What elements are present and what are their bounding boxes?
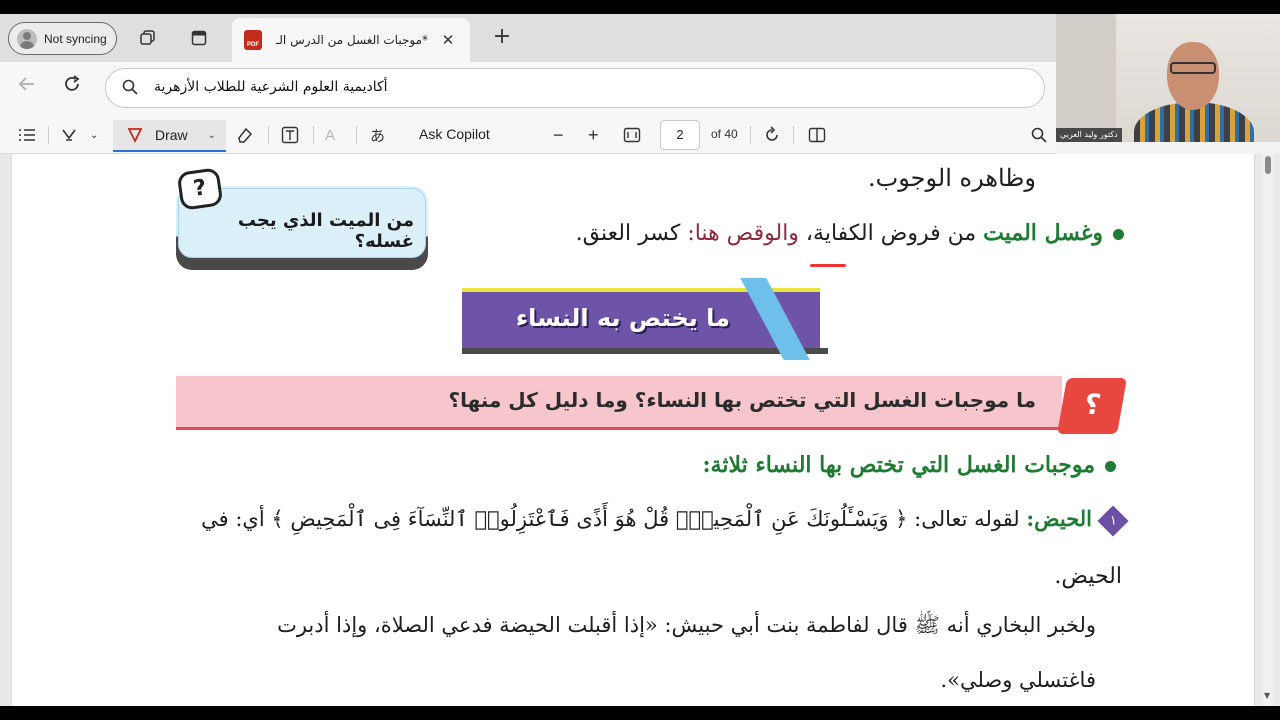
toolbar-divider	[268, 126, 269, 144]
translate-icon[interactable]: あ	[370, 124, 385, 146]
address-bar[interactable]: أكاديمية العلوم الشرعية للطلاب الأزهرية	[105, 68, 1045, 108]
eraser-icon[interactable]	[236, 124, 254, 146]
presenter-glasses	[1170, 62, 1216, 74]
red-annotation-stroke	[810, 264, 846, 267]
term-washing-dead: وغسل الميت	[983, 220, 1103, 246]
reload-button[interactable]	[62, 74, 82, 99]
question-bar: ما موجبات الغسل التي تختص بها النساء؟ وم…	[176, 376, 1062, 430]
text-box-icon[interactable]	[281, 124, 299, 146]
section-banner: ما يختص به النساء	[462, 278, 840, 360]
text-fard-kifaya: من فروض الكفاية،	[798, 221, 984, 246]
profile-button[interactable]: Not syncing	[8, 22, 117, 55]
close-tab-button[interactable]: ✕	[438, 31, 458, 49]
ask-copilot-button[interactable]: Ask Copilot	[419, 126, 490, 142]
callout-question: من الميت الذي يجب غسله؟	[237, 210, 414, 252]
zoom-in-button[interactable]: +	[588, 124, 599, 146]
fit-page-icon[interactable]	[623, 124, 641, 146]
workspaces-icon[interactable]	[136, 26, 160, 50]
page-count: of 40	[711, 127, 738, 141]
term-waqs: والوقص هنا:	[687, 221, 799, 246]
page-number-input[interactable]: 2	[660, 120, 700, 150]
draw-chevron-down-icon: ⌄	[207, 129, 217, 141]
text-neck-break: كسر العنق.	[575, 221, 688, 246]
page-view-icon[interactable]	[808, 124, 826, 146]
tab-title: *موجبات الغسل من الدرس الـ	[276, 33, 428, 47]
address-text: أكاديمية العلوم الشرعية للطلاب الأزهرية	[154, 79, 388, 95]
scroll-down-arrow-icon[interactable]: ▼	[1264, 691, 1270, 700]
bullet-icon	[1113, 228, 1124, 240]
draw-button[interactable]: Draw ⌄	[113, 120, 226, 152]
webcam-caption: دكتور وليد العربي	[1056, 128, 1122, 142]
pdf-icon: PDF	[244, 30, 262, 50]
new-tab-button[interactable]: +	[490, 26, 514, 50]
profile-label: Not syncing	[44, 31, 107, 46]
tab-actions-icon[interactable]	[187, 26, 211, 50]
item-number-badge: ١	[1097, 504, 1129, 537]
tab-strip: Not syncing PDF *موجبات الغسل من الدرس ا…	[0, 14, 1056, 62]
question-badge-icon: ؟	[1057, 378, 1127, 434]
back-button[interactable]	[18, 76, 36, 97]
zoom-out-button[interactable]: −	[553, 124, 564, 146]
answer-heading: موجبات الغسل التي تختص بها النساء ثلاثة:	[702, 452, 1116, 478]
draw-label: Draw	[155, 127, 188, 143]
avatar-icon	[17, 28, 37, 49]
address-row: أكاديمية العلوم الشرعية للطلاب الأزهرية	[0, 62, 1056, 116]
toolbar-divider	[48, 126, 49, 144]
search-icon	[122, 79, 138, 95]
tab-pdf-document[interactable]: PDF *موجبات الغسل من الدرس الـ ✕	[232, 18, 470, 62]
webcam-background	[1056, 14, 1116, 142]
find-search-icon[interactable]	[1031, 124, 1047, 146]
pdf-page: وظاهره الوجوب. وغسل الميت من فروض الكفاي…	[12, 154, 1254, 706]
banner-shadow	[462, 348, 828, 354]
toolbar-divider	[750, 126, 751, 144]
question-text: ما موجبات الغسل التي تختص بها النساء؟ وم…	[448, 388, 1036, 412]
draw-pen-icon	[127, 128, 143, 143]
pdf-toolbar: ⌄ Draw ⌄ A あ Ask Copilot − + 2 of 40	[0, 116, 1056, 154]
presenter-face	[1167, 42, 1219, 110]
item1-continuation: الحيض.	[1054, 564, 1122, 589]
item1-text: لقوله تعالى: ﴿ وَيَسْـَٔلُونَكَ عَنِ ٱلْ…	[201, 507, 1027, 531]
scrollbar-thumb[interactable]	[1265, 156, 1271, 174]
toolbar-divider	[313, 126, 314, 144]
highlight-chevron-down-icon[interactable]: ⌄	[90, 124, 98, 146]
highlight-icon[interactable]	[60, 124, 78, 146]
toolbar-divider	[793, 126, 794, 144]
webcam-overlay: دكتور وليد العربي	[1056, 14, 1280, 142]
item1-label: الحيض:	[1026, 506, 1092, 531]
text-line-conclusion: وظاهره الوجوب.	[868, 164, 1036, 192]
text-line-washing-dead: وغسل الميت من فروض الكفاية، والوقص هنا: …	[576, 220, 1124, 246]
question-mark-icon: ?	[176, 167, 224, 211]
bullet-icon	[1105, 460, 1116, 472]
pdf-viewport[interactable]: وظاهره الوجوب. وغسل الميت من فروض الكفاي…	[0, 154, 1280, 706]
browser-window: Not syncing PDF *موجبات الغسل من الدرس ا…	[0, 14, 1280, 706]
hadith-line-2: فاغتسلي وصلي».	[940, 668, 1096, 692]
item1-line: ١الحيض: لقوله تعالى: ﴿ وَيَسْـَٔلُونَكَ …	[201, 504, 1129, 537]
banner-title: ما يختص به النساء	[515, 304, 730, 332]
hadith-line-1: ولخبر البخاري أنه ﷺ قال لفاطمة بنت أبي ح…	[277, 613, 1096, 637]
contents-icon[interactable]	[18, 124, 36, 146]
rotate-icon[interactable]	[763, 124, 781, 146]
vertical-scrollbar[interactable]: ▼	[1262, 154, 1274, 706]
answer-heading-text: موجبات الغسل التي تختص بها النساء ثلاثة:	[702, 452, 1095, 478]
read-aloud-icon[interactable]: A	[325, 124, 335, 146]
toolbar-divider	[356, 126, 357, 144]
